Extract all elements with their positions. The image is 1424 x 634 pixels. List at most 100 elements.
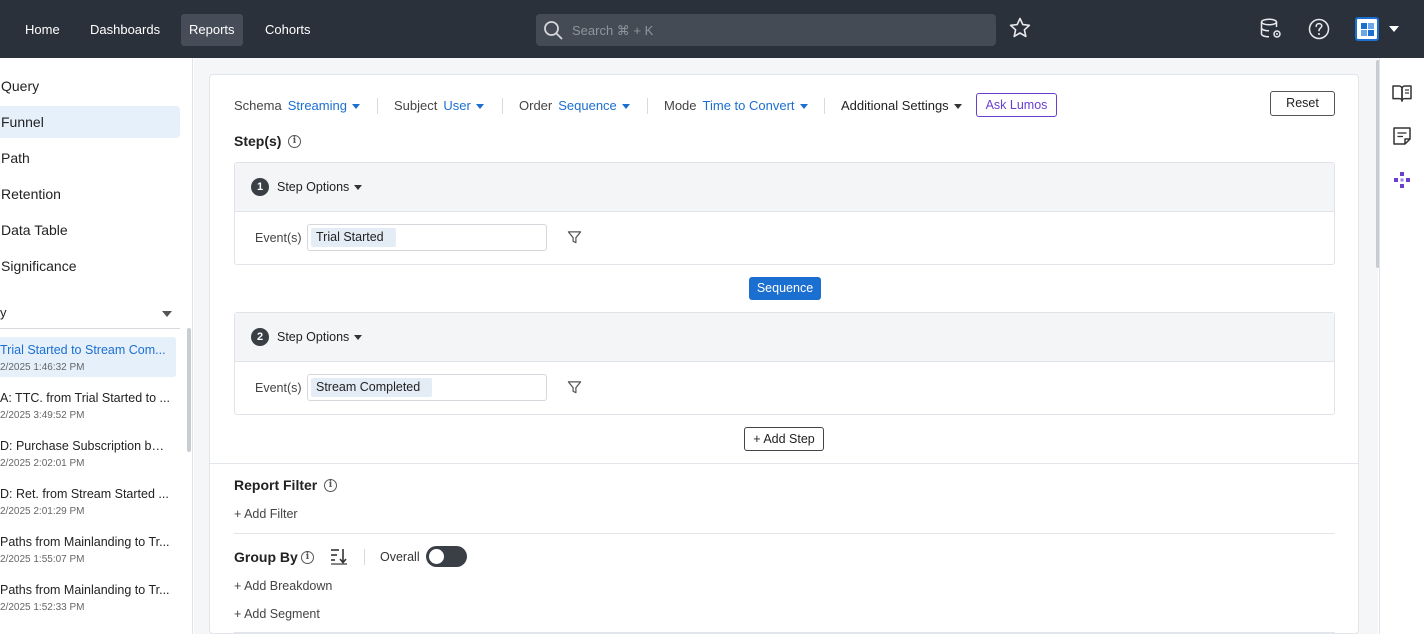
search-input[interactable]: [572, 14, 972, 46]
events-input[interactable]: Trial Started: [307, 224, 547, 251]
chevron-down-icon: [475, 104, 484, 110]
order-value: Sequence: [558, 98, 617, 113]
chevron-down-icon: [351, 104, 360, 110]
divider: [234, 533, 1335, 534]
saved-report-date: 2/2025 2:02:01 PM: [0, 458, 85, 469]
saved-reports-select-value: y: [0, 305, 7, 320]
search-bar: [536, 14, 996, 46]
add-filter-link[interactable]: + Add Filter: [234, 507, 298, 521]
sidebar: Query Funnel Path Retention Data Table S…: [0, 58, 193, 634]
saved-report-date: 2/2025 1:46:32 PM: [0, 362, 85, 373]
mode-label: Mode: [664, 98, 697, 113]
saved-report-item[interactable]: A: TTC. from Trial Started to ... 2/2025…: [0, 385, 176, 425]
info-icon[interactable]: i: [301, 551, 314, 564]
add-segment-link[interactable]: + Add Segment: [234, 607, 320, 621]
order-label: Order: [519, 98, 553, 113]
subject-setting[interactable]: Subject User: [394, 98, 484, 113]
divider: [824, 98, 825, 114]
subject-value: User: [443, 98, 471, 113]
step-header: 2 Step Options: [235, 313, 1334, 362]
add-step-button[interactable]: + Add Step: [744, 427, 824, 451]
nav-dashboards[interactable]: Dashboards: [82, 14, 168, 46]
sparkle-icon[interactable]: [1391, 169, 1413, 191]
sidebar-scrollbar[interactable]: [187, 328, 191, 452]
saved-report-title: D: Purchase Subscription by ...: [0, 439, 170, 453]
help-icon[interactable]: [1307, 17, 1331, 41]
right-rail: [1379, 58, 1424, 634]
chevron-down-icon: [354, 335, 363, 341]
nav-cohorts[interactable]: Cohorts: [257, 14, 319, 46]
sequence-button[interactable]: Sequence: [749, 277, 821, 300]
saved-report-item[interactable]: Paths from Mainlanding to Tr... 2/2025 1…: [0, 577, 176, 617]
saved-report-item[interactable]: Paths from Mainlanding to Tr... 2/2025 1…: [0, 529, 176, 569]
step-options-label: Step Options: [277, 330, 350, 344]
additional-settings-label: Additional Settings: [841, 98, 949, 113]
group-by-title: Group By: [234, 549, 298, 565]
steps-title: Step(s): [234, 133, 282, 149]
sidebar-item-data-table[interactable]: Data Table: [0, 214, 180, 246]
report-builder-card: Schema Streaming Subject User Order Sequenc…: [209, 74, 1359, 634]
chevron-down-icon[interactable]: [1389, 26, 1399, 32]
info-icon[interactable]: i: [324, 479, 337, 492]
overall-toggle[interactable]: [426, 546, 467, 567]
filter-icon[interactable]: [567, 230, 582, 245]
app-switcher-icon[interactable]: [1355, 17, 1379, 41]
saved-report-title: Paths from Mainlanding to Tr...: [0, 535, 170, 549]
sidebar-item-significance[interactable]: Significance: [0, 250, 180, 282]
step-options-label: Step Options: [277, 180, 350, 194]
step-number: 2: [251, 328, 269, 346]
step-number: 1: [251, 178, 269, 196]
saved-report-item[interactable]: Trial Started to Stream Com... 2/2025 1:…: [0, 337, 176, 377]
sort-icon[interactable]: [330, 547, 348, 565]
chevron-down-icon: [162, 311, 172, 317]
events-input[interactable]: Stream Completed: [307, 374, 547, 401]
database-settings-icon[interactable]: [1259, 17, 1283, 41]
sidebar-item-retention[interactable]: Retention: [0, 178, 180, 210]
divider: [502, 98, 503, 114]
chevron-down-icon: [953, 104, 962, 110]
add-breakdown-link[interactable]: + Add Breakdown: [234, 579, 332, 593]
step-header: 1 Step Options: [235, 163, 1334, 212]
saved-report-date: 2/2025 1:55:07 PM: [0, 554, 85, 565]
chevron-down-icon: [799, 104, 808, 110]
nav-home[interactable]: Home: [17, 14, 68, 46]
saved-report-item[interactable]: D: Purchase Subscription by ... 2/2025 2…: [0, 433, 176, 473]
event-chip[interactable]: Stream Completed: [311, 378, 433, 397]
sidebar-item-funnel[interactable]: Funnel: [0, 106, 180, 138]
saved-report-title: D: Ret. from Stream Started ...: [0, 487, 169, 501]
events-label: Event(s): [255, 381, 302, 395]
filter-icon[interactable]: [567, 380, 582, 395]
mode-setting[interactable]: Mode Time to Convert: [664, 98, 808, 113]
nav-reports[interactable]: Reports: [181, 14, 243, 46]
ask-lumos-button[interactable]: Ask Lumos: [976, 93, 1057, 117]
sidebar-item-path[interactable]: Path: [0, 142, 180, 174]
step-options-dropdown[interactable]: Step Options: [277, 180, 363, 194]
funnel-step: 1 Step Options Event(s) Trial Started: [234, 162, 1335, 265]
reset-button[interactable]: Reset: [1270, 91, 1335, 116]
search-icon: [544, 21, 563, 40]
schema-setting[interactable]: Schema Streaming: [234, 98, 360, 113]
funnel-step: 2 Step Options Event(s) Stream Completed: [234, 312, 1335, 415]
events-label: Event(s): [255, 231, 302, 245]
star-icon[interactable]: [1008, 16, 1032, 40]
saved-report-date: 2/2025 2:01:29 PM: [0, 506, 85, 517]
order-setting[interactable]: Order Sequence: [519, 98, 630, 113]
divider: [377, 98, 378, 114]
saved-report-title: A: TTC. from Trial Started to ...: [0, 391, 170, 405]
notes-icon[interactable]: [1391, 125, 1413, 147]
info-icon[interactable]: i: [288, 135, 301, 148]
event-chip[interactable]: Trial Started: [311, 228, 396, 247]
additional-settings[interactable]: Additional Settings: [841, 98, 962, 113]
overall-label: Overall: [380, 550, 420, 564]
step-options-dropdown[interactable]: Step Options: [277, 330, 363, 344]
saved-reports-select[interactable]: y: [0, 305, 180, 329]
saved-report-date: 2/2025 3:49:52 PM: [0, 410, 85, 421]
saved-report-item[interactable]: D: Ret. from Stream Started ... 2/2025 2…: [0, 481, 176, 521]
report-filter-title: Report Filter: [234, 477, 318, 493]
saved-report-title: Paths from Mainlanding to Tr...: [0, 583, 170, 597]
book-icon[interactable]: [1391, 82, 1413, 104]
sidebar-item-query[interactable]: Query: [0, 70, 180, 102]
saved-report-date: 2/2025 1:52:33 PM: [0, 602, 85, 613]
divider: [364, 549, 365, 565]
chevron-down-icon: [621, 104, 630, 110]
